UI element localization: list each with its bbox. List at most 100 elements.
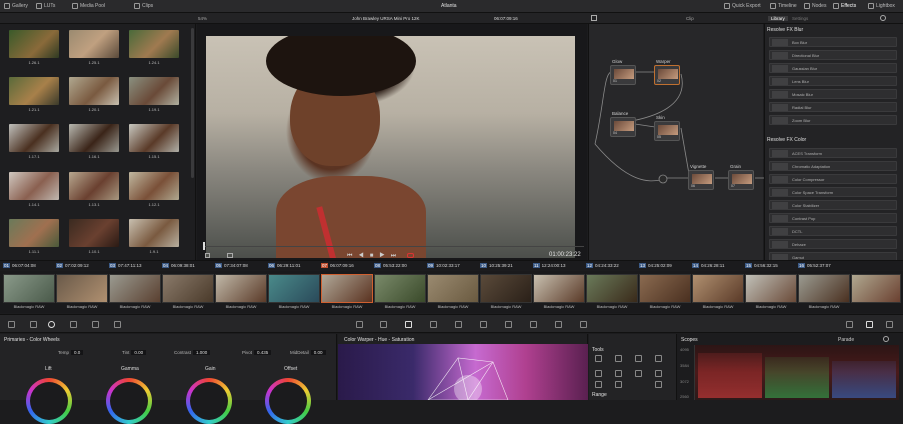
gallery-button[interactable]: Gallery [4,3,28,9]
pen-icon[interactable] [635,355,642,362]
gallery-still[interactable]: 1.10.1 [69,219,119,256]
gallery-still[interactable]: 1.21.1 [9,77,59,114]
quick-export-button[interactable]: Quick Export [724,3,761,9]
contrast-field[interactable]: Contrast 1.000 [174,350,211,355]
lift-wheel[interactable] [26,378,72,424]
curves-icon[interactable] [356,321,363,328]
lightbox-button[interactable]: Lightbox [868,3,895,9]
transport-controls[interactable]: ⏮◀■▶⏭ [347,253,402,260]
fx-item[interactable]: Lens Blur [769,76,897,86]
volume-icon[interactable] [227,253,233,258]
scopes-icon[interactable] [866,321,873,328]
loop-icon[interactable] [407,253,414,258]
reset-icon[interactable] [655,370,662,377]
color-match-icon[interactable] [30,321,37,328]
clip-info[interactable]: 12 04:24:33:22 [586,263,619,268]
gallery-still[interactable]: 1.14.1 [9,172,59,209]
grid-icon[interactable] [655,355,662,362]
clip-thumbnail[interactable] [215,274,267,303]
nodes-button[interactable]: Nodes [804,3,826,9]
clip-thumbnail[interactable] [639,274,691,303]
unlink-icon[interactable] [615,381,622,388]
clip-info[interactable]: 08 05:53:22:00 [374,263,407,268]
clip-thumbnail[interactable] [427,274,479,303]
gallery-scrollbar[interactable] [191,28,194,178]
link-icon[interactable] [595,381,602,388]
gallery-still[interactable]: 1.9.1 [129,219,179,256]
clip-thumbnail[interactable] [851,274,901,303]
tab-library[interactable]: Library [768,16,788,21]
gallery-still[interactable]: 1.13.1 [69,172,119,209]
sizing-icon[interactable] [555,321,562,328]
clip-info[interactable]: 02 07:02:09:12 [56,263,89,268]
tab-settings[interactable]: Settings [792,16,808,21]
gallery-still[interactable]: 1.19.1 [129,77,179,114]
fx-item[interactable]: DCTL [769,226,897,236]
clip-mode-select[interactable]: Clip [686,16,694,21]
hdr-icon[interactable] [92,321,99,328]
pivot-field[interactable]: Pivot 0.435 [242,350,272,355]
node-glow[interactable]: 01 [610,65,636,85]
node-balance[interactable]: 04 [610,117,636,137]
move-icon[interactable] [635,370,642,377]
clip-info[interactable]: 16 05:52:37:07 [798,263,831,268]
clip-info[interactable]: 05 07:34:07:08 [215,263,248,268]
3d-icon[interactable] [580,321,587,328]
clip-info[interactable]: 13 04:25:02:09 [639,263,672,268]
clip-thumbnail[interactable] [745,274,797,303]
clip-thumbnail[interactable] [56,274,108,303]
clip-info[interactable]: 15 04:56:32:15 [745,263,778,268]
fx-item[interactable]: Contrast Pop [769,213,897,223]
gamma-wheel[interactable] [106,378,152,424]
fx-item[interactable]: ACES Transform [769,148,897,158]
fx-item[interactable]: Zoom Blur [769,115,897,125]
motion-effects-icon[interactable] [114,321,121,328]
playhead[interactable] [203,242,205,250]
fx-item[interactable]: Directional Blur [769,50,897,60]
window-icon[interactable] [430,321,437,328]
clip-thumbnail[interactable] [586,274,638,303]
contract-icon[interactable] [615,370,622,377]
gallery-still[interactable]: 1.26.1 [9,30,59,67]
fx-item[interactable]: Box Blur [769,37,897,47]
undo-icon[interactable] [655,381,662,388]
gallery-still[interactable]: 1.25.1 [69,30,119,67]
fx-item[interactable]: Mosaic Blur [769,89,897,99]
warper-mesh[interactable] [338,344,588,403]
magic-mask-icon[interactable] [480,321,487,328]
fx-item[interactable]: Color Compressor [769,174,897,184]
rgb-mixer-icon[interactable] [70,321,77,328]
pin-icon[interactable] [595,355,602,362]
scrubber-track[interactable] [203,246,584,247]
node-vignette[interactable]: 06 [688,170,714,190]
key-icon[interactable] [530,321,537,328]
info-icon[interactable] [886,321,893,328]
search-icon[interactable] [880,15,886,21]
clip-info[interactable]: 04 06:09:38:01 [162,263,195,268]
fx-item[interactable]: Color Stabilizer [769,200,897,210]
offset-wheel[interactable] [265,378,311,424]
clip-thumbnail[interactable] [109,274,161,303]
fx-item[interactable]: Radial Blur [769,102,897,112]
clip-info[interactable]: 01 06:07:04:08 [3,263,36,268]
clip-info[interactable]: 06 06:29:11:01 [268,263,300,268]
gallery-still[interactable]: 1.11.1 [9,219,59,256]
color-warper-icon[interactable] [380,321,387,328]
keyframes-icon[interactable] [846,321,853,328]
clip-info[interactable]: 03 07:47:11:13 [109,263,141,268]
gallery-still[interactable]: 1.20.1 [69,77,119,114]
zoom-level[interactable]: 54% [198,16,207,21]
gallery-still[interactable]: 1.24.1 [129,30,179,67]
color-wheels-icon[interactable] [48,321,55,328]
clip-thumbnail[interactable] [162,274,214,303]
timeline-button[interactable]: Timeline [770,3,797,9]
clip-thumbnail-selected[interactable] [321,274,373,303]
select-icon[interactable] [615,355,622,362]
fx-item[interactable]: Color Space Transform [769,187,897,197]
video-frame[interactable] [206,36,575,258]
camera-raw-icon[interactable] [8,321,15,328]
clip-thumbnail[interactable] [374,274,426,303]
fx-item[interactable]: Chromatic Adaptation [769,161,897,171]
fx-item[interactable]: Dehaze [769,239,897,249]
effects-button[interactable]: Effects [833,3,856,9]
